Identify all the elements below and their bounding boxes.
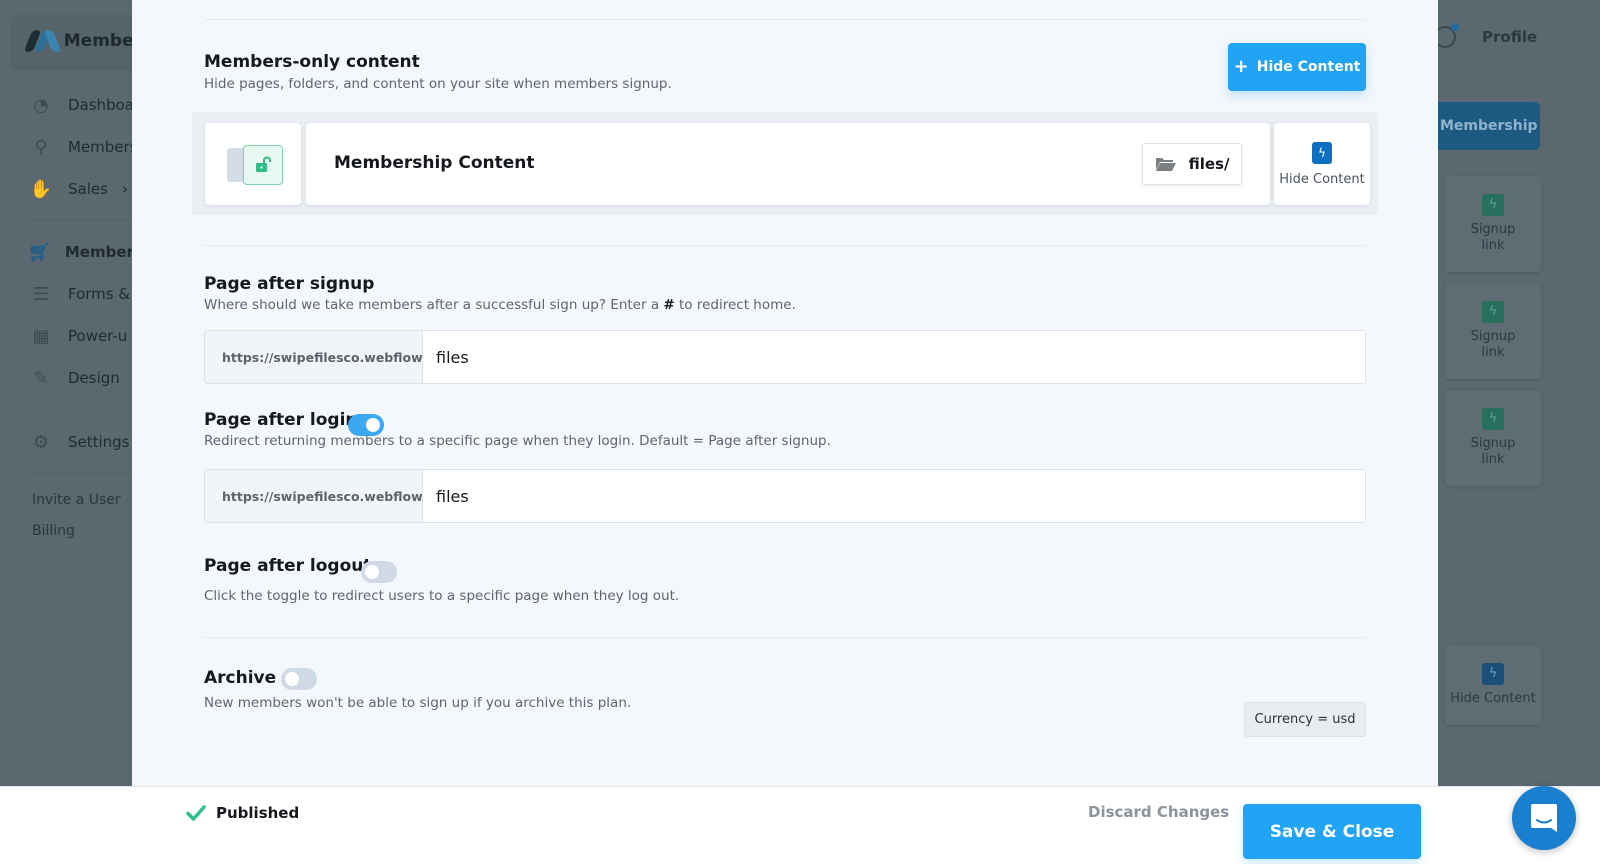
card-label: Signup link bbox=[1470, 436, 1516, 467]
page-after-signup-input[interactable] bbox=[423, 331, 1365, 383]
sidebar-nav: ◔ Dashboa ⚲ Members ✋ Sales › 🛒︎ Members… bbox=[28, 84, 143, 546]
bolt-icon: ϟ bbox=[1482, 194, 1504, 216]
bolt-icon: ϟ bbox=[1482, 408, 1504, 430]
dashboard-icon: ◔ bbox=[33, 94, 49, 116]
sidebar-item-label: Sales bbox=[68, 180, 108, 198]
sidebar-item-memberships: 🛒︎ Members bbox=[28, 231, 143, 273]
archive-title: Archive bbox=[204, 668, 277, 688]
sidebar-item-label: Dashboa bbox=[68, 96, 134, 114]
folder-label: files/ bbox=[1188, 155, 1230, 173]
cart-icon: 🛒︎ bbox=[28, 241, 51, 263]
page-after-logout-description: Click the toggle to redirect users to a … bbox=[204, 588, 680, 604]
sidebar-item-sales: ✋ Sales › bbox=[28, 168, 138, 210]
sidebar-link-invite: Invite a User bbox=[32, 491, 121, 508]
membership-settings-modal: Members-only content Hide pages, folders… bbox=[132, 0, 1438, 786]
chat-icon bbox=[1531, 804, 1557, 832]
brand-logo-icon bbox=[23, 30, 62, 52]
profile: Profile bbox=[1434, 23, 1600, 48]
save-and-close-button[interactable]: Save & Close bbox=[1243, 804, 1421, 859]
hidden-content-item: Membership Content files/ ϟ Hide Content bbox=[192, 112, 1378, 215]
forms-icon: ☰ bbox=[32, 283, 50, 305]
discard-changes-button[interactable]: Discard Changes bbox=[1088, 803, 1229, 821]
bolt-icon: ϟ bbox=[1312, 141, 1332, 164]
page-after-signup-description: Where should we take members after a suc… bbox=[204, 297, 796, 313]
powerups-icon: ▦ bbox=[32, 325, 50, 347]
card-label: Signup link bbox=[1470, 222, 1516, 253]
bolt-icon: ϟ bbox=[1482, 663, 1504, 685]
profile-label: Profile bbox=[1482, 28, 1538, 46]
sidebar-item-settings: ⚙ Settings bbox=[28, 421, 138, 463]
bolt-icon: ϟ bbox=[1482, 301, 1504, 323]
hide-content-action-label: Hide Content bbox=[1279, 171, 1365, 187]
brand: Member bbox=[12, 14, 142, 68]
page-after-login-input[interactable] bbox=[423, 470, 1365, 522]
plus-icon: + bbox=[1233, 56, 1249, 77]
url-prefix: https://swipefilesco.webflow.io/ bbox=[205, 470, 423, 522]
right-panel: Profile Membership ϟ Signup link ϟ Signu… bbox=[1434, 0, 1600, 864]
sidebar-item-members: ⚲ Members bbox=[28, 126, 138, 168]
members-only-description: Hide pages, folders, and content on your… bbox=[204, 76, 672, 92]
sidebar-item-powerups: ▦ Power-u bbox=[28, 315, 138, 357]
sidebar-item-label: Settings bbox=[68, 433, 130, 451]
page-after-login-description: Redirect returning members to a specific… bbox=[204, 433, 831, 449]
check-icon bbox=[186, 805, 206, 821]
divider bbox=[204, 19, 1366, 20]
signup-link-card: ϟ Signup link bbox=[1445, 176, 1541, 272]
sidebar-item-design: ✎ Design bbox=[28, 357, 138, 399]
lock-tile bbox=[205, 123, 301, 205]
archive-toggle[interactable] bbox=[281, 668, 317, 690]
folder-button[interactable]: files/ bbox=[1142, 143, 1242, 185]
publish-status: Published bbox=[186, 804, 299, 822]
hide-content-card: ϟ Hide Content bbox=[1445, 645, 1541, 725]
members-only-title: Members-only content bbox=[204, 52, 420, 72]
page-after-signup-title: Page after signup bbox=[204, 274, 375, 294]
sidebar-item-forms: ☰ Forms & bbox=[28, 273, 138, 315]
page-after-logout-title: Page after logout bbox=[204, 556, 372, 576]
url-prefix: https://swipefilesco.webflow.io/ bbox=[205, 331, 423, 383]
page-after-logout-toggle[interactable] bbox=[361, 561, 397, 583]
divider bbox=[204, 637, 1366, 638]
unlock-icon bbox=[243, 145, 283, 185]
hide-content-button[interactable]: + Hide Content bbox=[1228, 43, 1366, 91]
hide-content-action[interactable]: ϟ Hide Content bbox=[1274, 123, 1370, 205]
content-item-name: Membership Content bbox=[334, 153, 535, 173]
content-item-main: Membership Content files/ bbox=[306, 123, 1270, 205]
page-after-login-title: Page after login bbox=[204, 410, 358, 430]
sidebar-item-label: Design bbox=[68, 369, 120, 387]
brand-name: Member bbox=[63, 31, 142, 51]
sidebar-link-billing: Billing bbox=[32, 522, 75, 539]
folder-icon bbox=[1155, 158, 1176, 171]
card-label: Signup link bbox=[1470, 329, 1516, 360]
hide-content-button-label: Hide Content bbox=[1256, 59, 1361, 75]
sidebar-divider bbox=[32, 220, 132, 221]
gear-icon: ⚙ bbox=[32, 431, 50, 453]
signup-link-card: ϟ Signup link bbox=[1445, 283, 1541, 379]
sidebar-divider bbox=[32, 473, 132, 474]
chevron-right-icon: › bbox=[121, 180, 128, 198]
membership-tab: Membership bbox=[1438, 102, 1540, 150]
signup-link-card: ϟ Signup link bbox=[1445, 390, 1541, 486]
sales-icon: ✋ bbox=[29, 178, 53, 200]
panel-divider bbox=[1445, 633, 1541, 634]
archive-description: New members won't be able to sign up if … bbox=[204, 695, 632, 711]
card-label: Hide Content bbox=[1450, 691, 1536, 706]
members-icon: ⚲ bbox=[34, 136, 48, 158]
chat-launcher-button[interactable] bbox=[1512, 786, 1576, 850]
currency-badge: Currency = usd bbox=[1244, 702, 1366, 737]
modal-footer: Published Discard Changes Save & Close bbox=[0, 786, 1600, 864]
publish-status-label: Published bbox=[216, 804, 300, 822]
page-after-signup-field: https://swipefilesco.webflow.io/ bbox=[204, 330, 1366, 384]
sidebar-item-dashboard: ◔ Dashboa bbox=[28, 84, 138, 126]
sidebar-item-label: Power-u bbox=[68, 327, 128, 345]
sidebar-item-label: Forms & bbox=[68, 285, 131, 303]
page-after-login-field: https://swipefilesco.webflow.io/ bbox=[204, 469, 1366, 523]
sidebar-item-label: Members bbox=[68, 138, 138, 156]
brush-icon: ✎ bbox=[33, 367, 49, 389]
divider bbox=[204, 245, 1366, 246]
